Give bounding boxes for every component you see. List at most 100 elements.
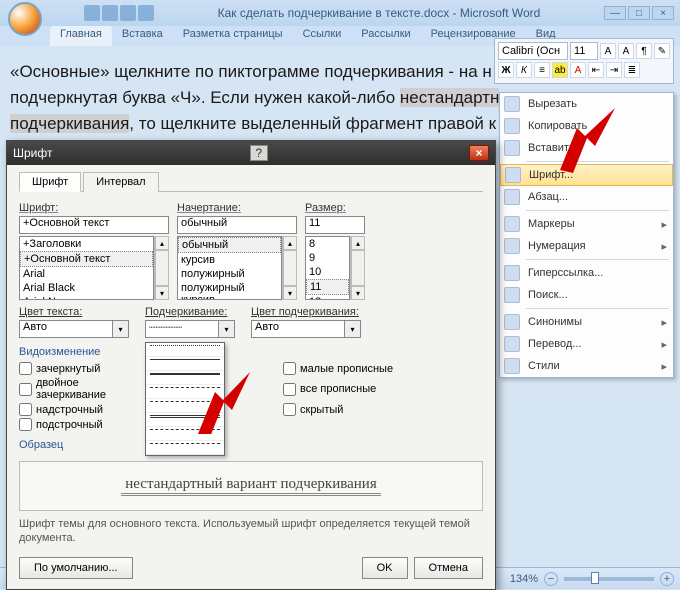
maximize-button[interactable]: □ [628, 6, 650, 20]
qat-more-icon[interactable] [138, 5, 154, 21]
window-title: Как сделать подчеркивание в тексте.docx … [158, 6, 600, 20]
underline-combo[interactable]: ┈┈┈┈┈▾ [145, 320, 235, 338]
chk-dstrike[interactable]: двойное зачеркивание [19, 377, 131, 401]
italic-icon[interactable]: К [516, 62, 532, 78]
font-textbox[interactable]: +Основной текст [19, 216, 169, 234]
zoom-slider[interactable] [564, 577, 654, 581]
doc-selection: нестандартн [400, 88, 499, 107]
numbering-icon [504, 238, 520, 254]
font-color-icon[interactable]: A [570, 62, 586, 78]
style-listbox[interactable]: обычный курсив полужирный полужирный кур… [177, 236, 282, 300]
ctx-hyperlink[interactable]: Гиперссылка... [500, 262, 673, 284]
font-size-input[interactable] [570, 42, 598, 60]
quick-access-toolbar [84, 5, 154, 21]
indent-dec-icon[interactable]: ⇤ [588, 62, 604, 78]
bullets-icon[interactable]: ≣ [624, 62, 640, 78]
sample-text: нестандартный вариант подчеркивания [121, 476, 380, 496]
shrink-font-icon[interactable]: A [618, 43, 634, 59]
font-name-input[interactable] [498, 42, 568, 60]
synonyms-icon [504, 314, 520, 330]
title-bar: Как сделать подчеркивание в тексте.docx … [0, 0, 680, 26]
font-label: Шрифт: [19, 202, 169, 214]
mini-toolbar: A A ¶ ✎ Ж К ≡ ab A ⇤ ⇥ ≣ [494, 38, 674, 84]
ctx-translate[interactable]: Перевод...▸ [500, 333, 673, 355]
style-textbox[interactable]: обычный [177, 216, 297, 234]
size-textbox[interactable]: 11 [305, 216, 365, 234]
translate-icon [504, 336, 520, 352]
font-listbox[interactable]: +Заголовки +Основной текст Arial Arial B… [19, 236, 154, 300]
close-button[interactable]: × [652, 6, 674, 20]
paste-icon [504, 140, 520, 156]
dlg-tab-font[interactable]: Шрифт [19, 172, 81, 192]
font-color-combo[interactable]: Авто▾ [19, 320, 129, 338]
hint-text: Шрифт темы для основного текста. Использ… [19, 517, 483, 545]
tab-refs[interactable]: Ссылки [293, 26, 352, 46]
effects-label: Видоизменение [19, 346, 483, 358]
grow-font-icon[interactable]: A [600, 43, 616, 59]
scrollbar[interactable]: ▴▾ [154, 236, 169, 300]
chk-smallcaps[interactable]: малые прописные [283, 362, 483, 375]
ctx-lookup[interactable]: Поиск... [500, 284, 673, 306]
ctx-synonyms[interactable]: Синонимы▸ [500, 311, 673, 333]
ctx-cut[interactable]: Вырезать [500, 93, 673, 115]
ctx-paragraph[interactable]: Абзац... [500, 186, 673, 208]
chk-allcaps[interactable]: все прописные [283, 377, 483, 401]
bold-icon[interactable]: Ж [498, 62, 514, 78]
bullets-icon [504, 216, 520, 232]
hyperlink-icon [504, 265, 520, 281]
styles-icon [504, 358, 520, 374]
tab-layout[interactable]: Разметка страницы [173, 26, 293, 46]
font-dialog-icon [505, 167, 521, 183]
tab-home[interactable]: Главная [50, 26, 112, 46]
highlight-icon[interactable]: ab [552, 62, 568, 78]
minimize-button[interactable]: — [604, 6, 626, 20]
undo-icon[interactable] [102, 5, 118, 21]
tab-insert[interactable]: Вставка [112, 26, 173, 46]
dialog-title-bar[interactable]: Шрифт ? × [7, 141, 495, 165]
styles-icon[interactable]: ¶ [636, 43, 652, 59]
dlg-tab-spacing[interactable]: Интервал [83, 172, 158, 192]
chk-hidden[interactable]: скрытый [283, 403, 483, 416]
align-center-icon[interactable]: ≡ [534, 62, 550, 78]
cancel-button[interactable]: Отмена [414, 557, 483, 579]
doc-line: подчеркнутая буква «Ч». Если нужен какой… [10, 88, 400, 107]
doc-line: , то щелкните выделенный фрагмент правой… [129, 114, 496, 133]
ctx-paste[interactable]: Вставить [500, 137, 673, 159]
zoom-out-button[interactable]: − [544, 572, 558, 586]
underline-color-combo[interactable]: Авто▾ [251, 320, 361, 338]
dialog-help-button[interactable]: ? [250, 145, 268, 161]
chk-strike[interactable]: зачеркнутый [19, 362, 131, 375]
zoom-in-button[interactable]: + [660, 572, 674, 586]
dialog-title: Шрифт [13, 146, 52, 160]
dialog-close-button[interactable]: × [469, 145, 489, 161]
redo-icon[interactable] [120, 5, 136, 21]
size-listbox[interactable]: 8 9 10 11 12 [305, 236, 350, 300]
font-dialog: Шрифт ? × Шрифт Интервал Шрифт: +Основно… [6, 140, 496, 590]
ctx-numbering[interactable]: Нумерация▸ [500, 235, 673, 257]
font-color-label: Цвет текста: [19, 306, 129, 318]
underline-color-label: Цвет подчеркивания: [251, 306, 361, 318]
doc-selection: подчеркивания [10, 114, 129, 133]
ok-button[interactable]: OK [362, 557, 408, 579]
ctx-copy[interactable]: Копировать [500, 115, 673, 137]
style-label: Начертание: [177, 202, 297, 214]
copy-icon [504, 118, 520, 134]
office-button[interactable] [8, 2, 42, 36]
tab-mailings[interactable]: Рассылки [351, 26, 420, 46]
scrollbar[interactable]: ▴▾ [350, 236, 365, 300]
search-icon [504, 287, 520, 303]
scrollbar[interactable]: ▴▾ [282, 236, 297, 300]
default-button[interactable]: По умолчанию... [19, 557, 133, 579]
save-icon[interactable] [84, 5, 100, 21]
chk-super[interactable]: надстрочный [19, 403, 131, 416]
doc-line: «Основные» щелкните по пиктограмме подче… [10, 62, 492, 81]
sample-area: нестандартный вариант подчеркивания [19, 461, 483, 511]
indent-inc-icon[interactable]: ⇥ [606, 62, 622, 78]
ctx-styles[interactable]: Стили▸ [500, 355, 673, 377]
underline-dropdown[interactable] [145, 342, 225, 456]
chk-sub[interactable]: подстрочный [19, 418, 131, 431]
ctx-font[interactable]: Шрифт... [500, 164, 673, 186]
ctx-bullets[interactable]: Маркеры▸ [500, 213, 673, 235]
sample-label: Образец [19, 439, 483, 451]
format-painter-icon[interactable]: ✎ [654, 43, 670, 59]
